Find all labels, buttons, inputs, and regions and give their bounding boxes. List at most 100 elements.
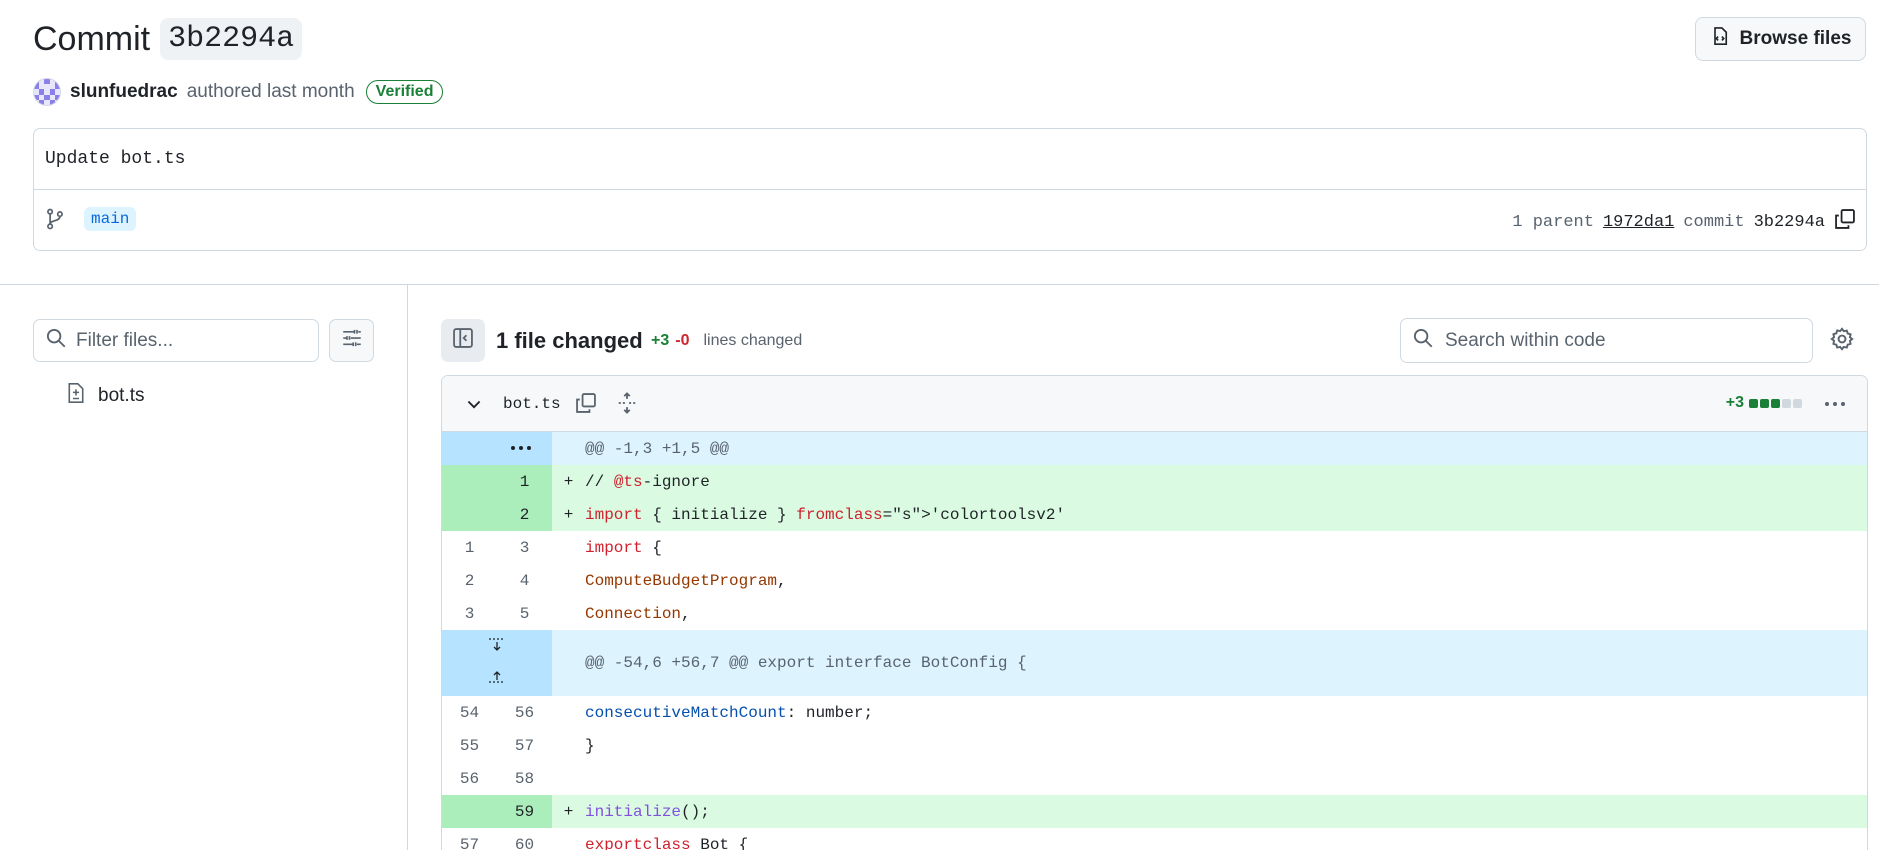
- filter-placeholder: Filter files...: [76, 329, 174, 351]
- hunk-header: @@ -1,3 +1,5 @@: [585, 432, 1867, 465]
- commit-sha: 3b2294a: [1753, 212, 1825, 232]
- diff-row: 1 +// @ts -ignore: [442, 465, 1867, 498]
- parent-sha-link[interactable]: 1972da1: [1603, 213, 1674, 232]
- new-line-number[interactable]: 3: [497, 531, 552, 564]
- old-line-number[interactable]: 54: [442, 696, 497, 729]
- code-line: ComputeBudgetProgram,: [585, 571, 787, 590]
- diffstat-block: [1793, 398, 1802, 408]
- new-line-number[interactable]: 58: [497, 762, 552, 795]
- sidebar-divider: [407, 284, 408, 850]
- diff-row: @@ -1,3 +1,5 @@: [442, 432, 1867, 465]
- expand-hunk-button[interactable]: [442, 432, 552, 465]
- diff-row: 1 3 import {: [442, 531, 1867, 564]
- new-line-number[interactable]: 59: [497, 795, 552, 828]
- diffstat-block: [1771, 398, 1780, 408]
- file-diff-header: bot.ts +3: [442, 376, 1867, 432]
- code-line: export class Bot {: [585, 835, 749, 850]
- new-line-number[interactable]: 5: [497, 597, 552, 630]
- diffstat-blocks: [1749, 398, 1802, 408]
- chevron-down-icon[interactable]: [464, 394, 484, 419]
- files-changed-count: 1 file changed: [496, 328, 643, 353]
- commit-sha-badge: 3b2294a: [160, 18, 303, 60]
- divider: [34, 189, 1866, 190]
- diff-row: 56 58: [442, 762, 1867, 795]
- new-line-number[interactable]: 60: [497, 828, 552, 850]
- new-line-number[interactable]: 56: [497, 696, 552, 729]
- expand-down-icon[interactable]: [488, 637, 506, 658]
- search-icon: [46, 328, 66, 354]
- diffstat-block: [1782, 398, 1791, 408]
- new-line-number[interactable]: 4: [497, 564, 552, 597]
- expand-up-icon[interactable]: [488, 668, 506, 689]
- old-line-number[interactable]: [442, 465, 497, 498]
- copy-icon[interactable]: [575, 392, 597, 419]
- diff-row: 24 ComputeBudgetProgram,: [442, 564, 1867, 597]
- file-diff-icon: [66, 382, 86, 410]
- diff-body: @@ -1,3 +1,5 @@ 1 +// @ts -ignore 2 + import {…: [442, 432, 1867, 850]
- collapse-sidebar-button[interactable]: [441, 319, 485, 362]
- ellipsis-icon: [509, 440, 533, 458]
- old-line-number[interactable]: 3: [442, 597, 497, 630]
- commit-title-word: Commit: [33, 19, 151, 58]
- code-line: }: [585, 736, 595, 755]
- code-line: initialize ();: [585, 795, 1867, 828]
- diff-row: 2 + import { initialize } from class ="s">'…: [442, 498, 1867, 531]
- branch-tag[interactable]: main: [84, 207, 137, 231]
- new-line-number[interactable]: 2: [497, 498, 552, 531]
- file-tree-item[interactable]: bot.ts: [66, 382, 144, 410]
- diff-marker: +: [552, 498, 585, 531]
- diff-settings-button[interactable]: [1830, 327, 1854, 356]
- diff-file-name[interactable]: bot.ts: [503, 395, 561, 413]
- copy-icon[interactable]: [1834, 208, 1856, 236]
- old-line-number[interactable]: 2: [442, 564, 497, 597]
- git-branch-icon: [45, 208, 65, 235]
- code-line: import {: [585, 538, 662, 557]
- author-name-link[interactable]: slunfuedrac: [70, 81, 178, 103]
- commit-label: commit: [1683, 212, 1745, 232]
- lines-changed-label: lines changed: [703, 332, 803, 349]
- diff-marker: [552, 432, 585, 465]
- diff-stat: +3: [1726, 394, 1802, 412]
- diffstat-block: [1749, 398, 1758, 408]
- new-line-number[interactable]: 1: [497, 465, 552, 498]
- unfold-icon[interactable]: [616, 392, 638, 419]
- sliders-icon: [342, 328, 362, 353]
- diff-row: 59 + initialize ();: [442, 795, 1867, 828]
- search-code-input[interactable]: Search within code: [1400, 318, 1813, 363]
- sidebar-collapse-icon: [452, 327, 474, 354]
- code-line: consecutiveMatchCount: number;: [585, 703, 874, 722]
- browse-files-button[interactable]: Browse files: [1695, 17, 1866, 61]
- old-line-number[interactable]: 1: [442, 531, 497, 564]
- section-divider: [0, 284, 1879, 285]
- filter-files-input[interactable]: Filter files...: [33, 319, 319, 362]
- parent-info: 1 parent 1972da1 commit 3b2294a: [1512, 208, 1856, 236]
- expand-hunk-button[interactable]: [442, 630, 552, 696]
- search-icon: [1413, 328, 1433, 354]
- file-additions: +3: [1725, 394, 1744, 411]
- old-line-number[interactable]: [442, 498, 497, 531]
- search-code-placeholder: Search within code: [1445, 329, 1606, 351]
- diff-row: 55 57}: [442, 729, 1867, 762]
- file-code-icon: [1710, 26, 1730, 52]
- old-line-number[interactable]: 55: [442, 729, 497, 762]
- old-line-number[interactable]: 56: [442, 762, 497, 795]
- diffstat-block: [1760, 398, 1769, 408]
- code-line: Connection,: [585, 604, 691, 623]
- browse-files-label: Browse files: [1739, 28, 1852, 49]
- commit-message-box: Update bot.ts main 1 parent 1972da1 comm…: [33, 128, 1867, 251]
- authored-time: authored last month: [186, 81, 355, 102]
- new-line-number[interactable]: 57: [497, 729, 552, 762]
- diff-row: 54 56 consecutiveMatchCount: number;: [442, 696, 1867, 729]
- kebab-horizontal-icon[interactable]: [1823, 394, 1847, 419]
- deletions-count: -0: [675, 332, 690, 349]
- file-filter-button[interactable]: [329, 319, 374, 362]
- verified-badge[interactable]: Verified: [365, 80, 444, 104]
- old-line-number[interactable]: [442, 795, 497, 828]
- commit-title: Commit 3b2294a: [33, 18, 303, 60]
- avatar[interactable]: [33, 78, 61, 106]
- old-line-number[interactable]: 57: [442, 828, 497, 850]
- additions-count: +3: [651, 332, 670, 349]
- diff-row: 35 Connection,: [442, 597, 1867, 630]
- file-diff-card: bot.ts +3 @@ -1,3 +1,5 @@ 1 +// @ts -ignore…: [441, 375, 1868, 850]
